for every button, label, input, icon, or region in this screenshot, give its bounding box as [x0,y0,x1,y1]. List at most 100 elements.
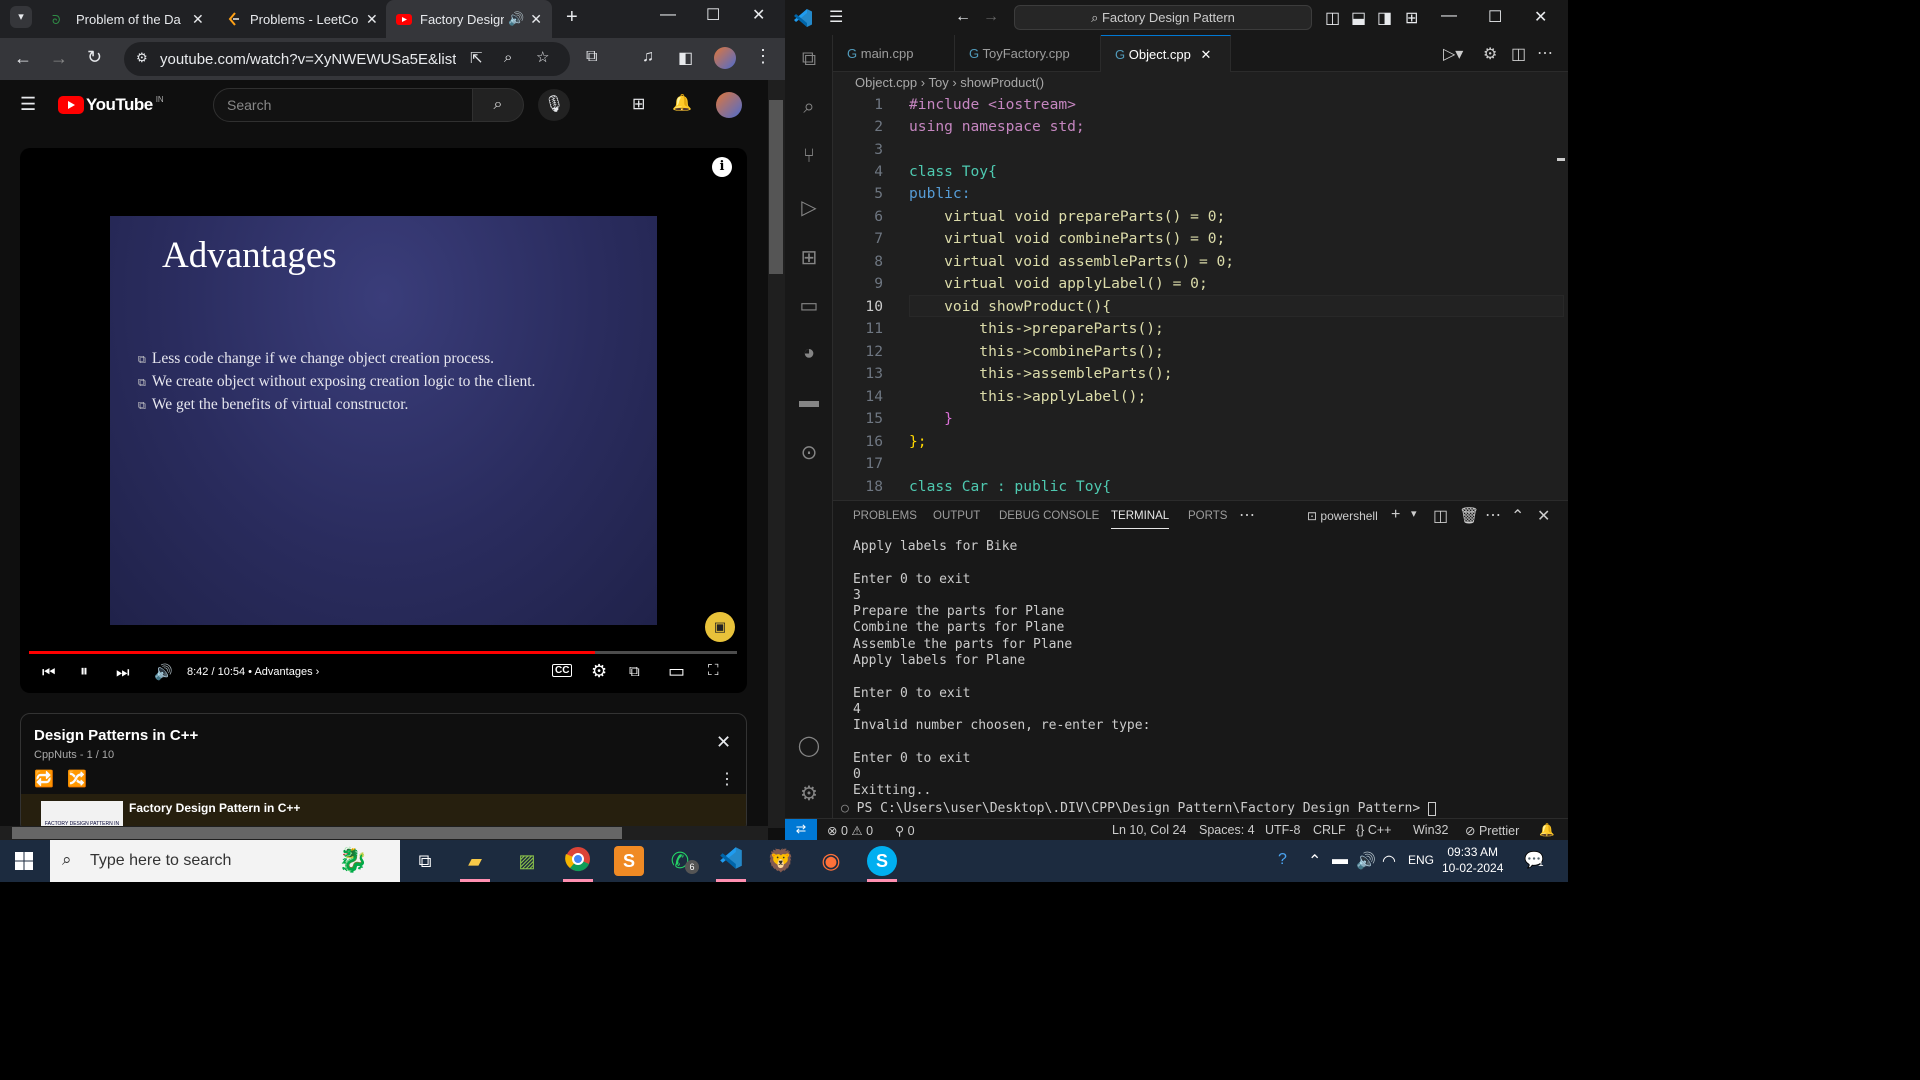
remote-icon[interactable]: ⇄ [785,819,817,840]
scrollbar-thumb[interactable] [12,827,622,839]
forward-icon[interactable]: → [50,48,68,69]
create-icon[interactable]: ⊞ [632,94,645,114]
git-graph-icon[interactable]: ⊙ [797,440,821,464]
reload-icon[interactable]: ↻ [87,47,102,68]
menu-icon[interactable]: ☰ [829,7,843,27]
taskbar-search-input[interactable]: ⌕ Type here to search 🐉 [50,840,400,882]
bell-icon[interactable]: 🔔 [1539,823,1555,838]
breadcrumb[interactable]: Object.cpp › Toy › showProduct() [855,75,1044,90]
shuffle-icon[interactable]: 🔀 [67,769,87,789]
command-center[interactable]: ⌕ Factory Design Pattern [1014,5,1312,30]
search-icon[interactable]: ⌕ [472,88,524,122]
site-info-icon[interactable]: ⚙ [136,50,148,66]
toggle-sidebar-icon[interactable]: ◫ [1325,8,1340,28]
extensions-icon[interactable]: ⊞ [797,245,821,269]
split-editor-icon[interactable]: ◫ [1511,44,1526,64]
photos-icon[interactable]: ▨ [512,846,542,876]
back-icon[interactable]: ← [955,8,971,26]
side-panel-icon[interactable]: ◧ [678,48,693,68]
line-ending[interactable]: CRLF [1313,823,1346,837]
tab-object-cpp[interactable]: G Object.cpp ✕ [1101,35,1231,72]
url-field[interactable]: ⚙ youtube.com/watch?v=XyNWEWUSa5E&list=.… [124,42,570,76]
brave-icon[interactable]: 🦁 [766,846,796,876]
video-player[interactable]: i Advantages ⧉ Less code change if we cha… [20,148,747,693]
language-mode[interactable]: {} C++ [1356,823,1391,837]
speaker-icon[interactable]: 🔊 [508,11,524,27]
panel-tab-terminal[interactable]: TERMINAL [1111,510,1170,529]
tab-search-icon[interactable]: ▾ [10,6,32,28]
platform[interactable]: Win32 [1413,823,1448,837]
firefox-icon[interactable]: ◉ [816,846,846,876]
problems-status[interactable]: ⊗ 0 ⚠ 0 [827,823,873,838]
horizontal-scrollbar[interactable] [0,826,768,840]
back-icon[interactable]: ← [14,48,32,69]
terminal-prompt[interactable]: ○ PS C:\Users\user\Desktop\.DIV\CPP\Desi… [841,801,1437,816]
settings-icon[interactable]: ⚙ [591,661,607,682]
minimize-icon[interactable]: — [660,6,676,24]
youtube-logo[interactable]: YouTube IN [58,95,164,115]
tab-youtube[interactable]: Factory Design 🔊 ✕ [386,0,552,38]
settings-icon[interactable]: ⚙ [1483,44,1497,64]
volume-icon[interactable]: 🔊 [1356,851,1376,871]
battery-icon[interactable]: ▬ [1332,851,1348,869]
more-icon[interactable]: ⋯ [1239,505,1255,525]
clock[interactable]: 09:33 AM 10-02-2024 [1442,844,1503,876]
search-icon[interactable]: ⌕ [797,96,821,120]
remote-explorer-icon[interactable]: ▭ [797,293,821,317]
chrome-icon[interactable] [563,846,593,876]
voice-search-icon[interactable]: 🎙 [538,89,570,121]
forward-icon[interactable]: → [983,8,999,26]
hamburger-icon[interactable]: ☰ [20,94,36,115]
progress-bar[interactable] [29,651,737,654]
scrollbar-thumb[interactable] [769,100,783,274]
chevron-down-icon[interactable]: ▾ [1411,507,1417,520]
terminal-output[interactable]: Apply labels for Bike Enter 0 to exit 3 … [853,539,1150,800]
media-control-icon[interactable]: ♫ [642,48,654,66]
source-control-icon[interactable]: ⑂ [797,145,821,169]
close-icon[interactable]: ✕ [530,11,542,28]
toggle-panel-icon[interactable]: ⬓ [1351,8,1366,28]
minimize-icon[interactable]: — [1441,7,1457,25]
miniplayer-icon[interactable]: ⧉ [629,663,640,680]
more-actions-icon[interactable]: ⋯ [1537,43,1553,63]
sublime-text-icon[interactable]: S [614,846,644,876]
info-icon[interactable]: i [712,157,732,177]
captions-icon[interactable]: CC [552,664,573,677]
folder-icon[interactable]: ▬ [797,390,821,414]
panel-tab-ports[interactable]: PORTS [1188,510,1227,522]
more-icon[interactable]: ⋮ [719,769,735,789]
chapter-label[interactable]: Advantages [254,666,312,678]
panel-tab-debug-console[interactable]: DEBUG CONSOLE [999,510,1099,522]
language-indicator[interactable]: ENG [1408,853,1434,867]
tab-leetcode[interactable]: Problems - LeetCo ✕ [216,4,388,34]
run-debug-icon[interactable]: ▷ [797,195,821,219]
playlist-title[interactable]: Design Patterns in C++ [34,727,198,744]
wifi-icon[interactable]: ◠ [1382,851,1396,871]
channel-watermark-icon[interactable]: ▣ [705,612,735,642]
new-terminal-icon[interactable]: + [1391,506,1400,524]
cursor-position[interactable]: Ln 10, Col 24 [1112,823,1186,837]
search-input[interactable]: Search [213,88,473,122]
encoding[interactable]: UTF-8 [1265,823,1300,837]
tab-gfg[interactable]: ᘐ Problem of the Da ✕ [42,4,214,34]
notifications-icon[interactable]: 🔔 [672,93,692,113]
previous-icon[interactable]: ⏮ [42,664,56,681]
loop-icon[interactable]: 🔁 [34,769,54,789]
vertical-scrollbar[interactable] [768,80,785,828]
notifications-icon[interactable]: 💬 1 [1524,850,1544,870]
skype-icon[interactable]: S [867,846,897,876]
panel-tab-output[interactable]: OUTPUT [933,510,980,522]
testing-icon[interactable]: ◕ [797,342,821,366]
maximize-icon[interactable]: ☐ [706,5,720,25]
zoom-icon[interactable]: ⌕ [504,49,512,66]
panel-tab-problems[interactable]: PROBLEMS [853,510,917,522]
explorer-icon[interactable]: ⧉ [797,48,821,72]
close-window-icon[interactable]: ✕ [1534,7,1547,27]
tab-toyfactory-cpp[interactable]: G ToyFactory.cpp [955,35,1101,72]
customize-layout-icon[interactable]: ⊞ [1405,8,1418,28]
help-icon[interactable]: ? [1278,851,1287,869]
close-icon[interactable]: ✕ [1201,47,1212,62]
close-icon[interactable]: ✕ [192,11,204,28]
dragon-icon[interactable]: 🐉 [338,846,368,875]
indentation[interactable]: Spaces: 4 [1199,823,1255,837]
